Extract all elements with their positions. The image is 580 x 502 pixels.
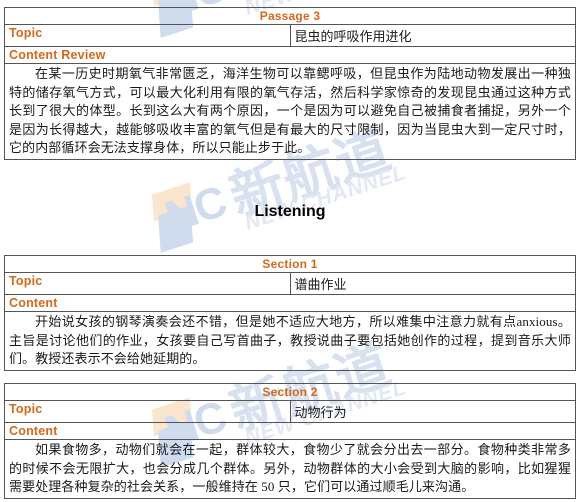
table-row: 在某一历史时期氧气非常匮乏，海洋生物可以靠鳃呼吸，但昆虫作为陆地动物发展出一种独…	[4, 63, 576, 160]
content-text: 开始说女孩的钢琴演奏会还不错，但是她不适应大地方，所以难集中注意力就有点anxi…	[4, 311, 576, 371]
topic-label: Topic	[4, 24, 291, 47]
table-row: Section 2	[4, 383, 576, 401]
content-text: 在某一历史时期氧气非常匮乏，海洋生物可以靠鳃呼吸，但昆虫作为陆地动物发展出一种独…	[4, 63, 576, 160]
table-row: Section 1	[4, 255, 576, 273]
topic-value: 动物行为	[289, 400, 576, 423]
topic-label: Topic	[4, 272, 291, 295]
table-row: 如果食物多，动物们就会在一起，群体较大，食物少了就会分出去一部分。食物种类非常多…	[4, 439, 576, 499]
topic-label: Topic	[4, 400, 291, 423]
watermark-brand-en: NEW CHANNEL	[242, 160, 410, 235]
passage-3-table: Passage 3 Topic 昆虫的呼吸作用进化 Content Review…	[4, 7, 576, 160]
topic-value: 谱曲作业	[289, 272, 576, 295]
section-1-table: Section 1 Topic 谱曲作业 Content 开始说女孩的钢琴演奏会…	[4, 255, 576, 371]
content-text: 如果食物多，动物们就会在一起，群体较大，食物少了就会分出去一部分。食物种类非常多…	[4, 439, 576, 499]
table-row: Content	[4, 422, 576, 440]
table-title: Passage 3	[4, 7, 576, 25]
section-2-table: Section 2 Topic 动物行为 Content 如果食物多，动物们就会…	[4, 383, 576, 499]
table-title: Section 1	[4, 255, 576, 273]
table-row: Passage 3	[4, 7, 576, 25]
table-row: Topic 昆虫的呼吸作用进化	[4, 24, 576, 47]
table-title: Section 2	[4, 383, 576, 401]
watermark-mark: NC 新航道 NEW CHANNEL	[150, 0, 409, 38]
passage-3-table-block: Passage 3 Topic 昆虫的呼吸作用进化 Content Review…	[4, 7, 576, 160]
table-row: Topic 谱曲作业	[4, 272, 576, 295]
topic-value: 昆虫的呼吸作用进化	[289, 24, 576, 47]
table-row: 开始说女孩的钢琴演奏会还不错，但是她不适应大地方，所以难集中注意力就有点anxi…	[4, 311, 576, 371]
section-2-table-block: Section 2 Topic 动物行为 Content 如果食物多，动物们就会…	[4, 383, 576, 499]
content-label: Content Review	[4, 46, 576, 64]
table-row: Content	[4, 294, 576, 312]
content-label: Content	[4, 294, 576, 312]
listening-heading: Listening	[254, 203, 326, 220]
table-row: Content Review	[4, 46, 576, 64]
table-row: Topic 动物行为	[4, 400, 576, 423]
section-1-table-block: Section 1 Topic 谱曲作业 Content 开始说女孩的钢琴演奏会…	[4, 255, 576, 371]
content-label: Content	[4, 422, 576, 440]
